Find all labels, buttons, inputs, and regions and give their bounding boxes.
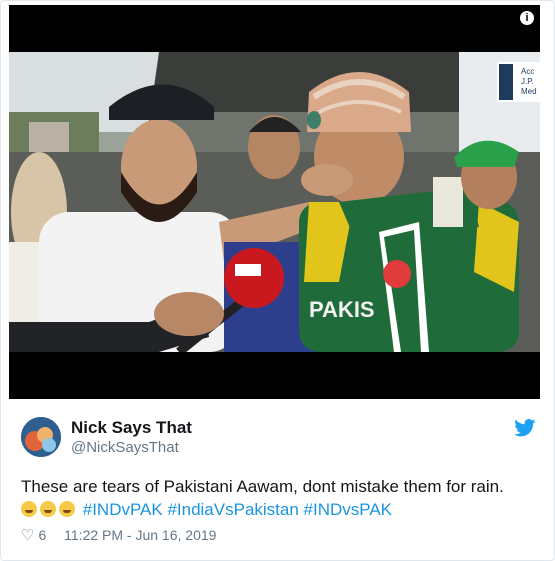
sign-text-2: J.P. <box>521 77 534 86</box>
tweet-hashtag-line: #INDvPAK #IndiaVsPakistan #INDvsPAK <box>21 498 541 521</box>
info-icon[interactable]: i <box>520 11 534 25</box>
tweet-body: These are tears of Pakistani Aawam, dont… <box>21 477 504 496</box>
tweet-card: i Acc J.P. Med PAKIS Nick Says That @Nic… <box>0 0 555 561</box>
laughing-emoji-icon <box>21 501 37 517</box>
tweet-header: Nick Says That @NickSaysThat <box>21 415 536 459</box>
avatar[interactable] <box>21 417 61 457</box>
hashtags[interactable]: #INDvPAK #IndiaVsPakistan #INDvsPAK <box>83 500 392 519</box>
heart-icon[interactable]: ♡ <box>21 526 34 544</box>
avatar-image <box>21 417 61 457</box>
video-frame: Acc J.P. Med PAKIS <box>9 52 540 352</box>
display-name[interactable]: Nick Says That <box>71 418 192 438</box>
like-count[interactable]: 6 <box>38 527 46 543</box>
twitter-bird-icon[interactable] <box>514 419 536 437</box>
tweet-meta: ♡ 6 11:22 PM - Jun 16, 2019 <box>21 526 216 544</box>
sign-text-1: Acc <box>521 67 534 76</box>
video-still: Acc J.P. Med PAKIS <box>9 52 540 352</box>
laughing-emoji-icon <box>59 501 75 517</box>
user-handle[interactable]: @NickSaysThat <box>71 439 179 456</box>
laughing-emoji-icon <box>40 501 56 517</box>
tweet-video[interactable]: i Acc J.P. Med PAKIS <box>9 5 540 399</box>
tweet-text: These are tears of Pakistani Aawam, dont… <box>21 475 541 521</box>
timestamp[interactable]: 11:22 PM - Jun 16, 2019 <box>64 527 216 543</box>
shirt-text: PAKIS <box>309 297 375 322</box>
sign-text-3: Med <box>521 87 537 96</box>
